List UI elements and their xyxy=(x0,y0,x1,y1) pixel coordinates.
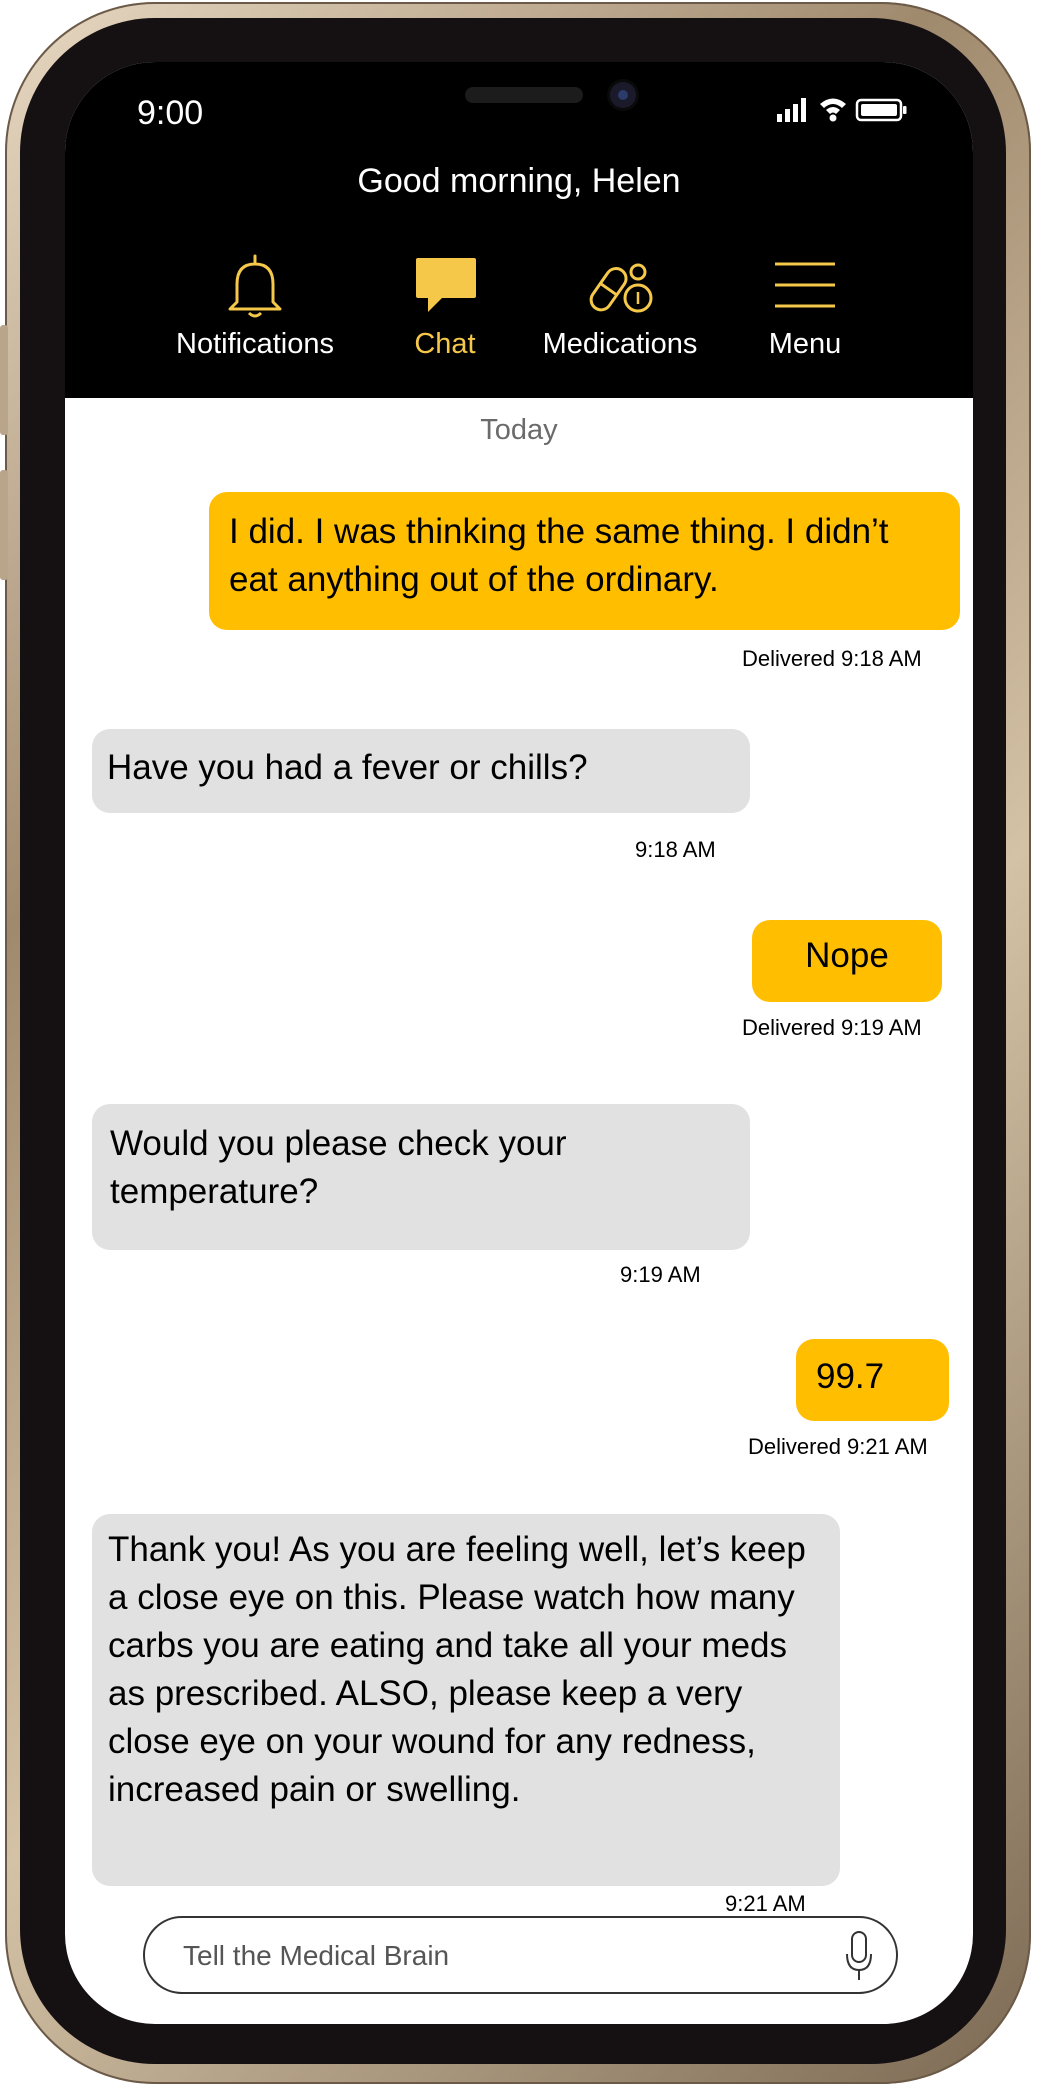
message-text: Thank you! As you are feeling well, let’… xyxy=(108,1530,806,1809)
status-time: 9:00 xyxy=(137,94,204,132)
nav-menu-label: Menu xyxy=(768,328,842,360)
message-status: Delivered 9:19 AM xyxy=(742,1015,922,1040)
message-time: 9:19 AM xyxy=(620,1262,701,1287)
nav-medications-label: Medications xyxy=(542,328,698,360)
nav-menu[interactable]: Menu xyxy=(750,252,860,361)
message-text: 99.7 xyxy=(816,1357,885,1396)
message-text: Have you had a fever or chills? xyxy=(107,748,588,787)
message-composer xyxy=(143,1916,898,1994)
nav-medications[interactable]: Medications xyxy=(520,252,720,361)
message-text: I did. I was thinking the same thing. I … xyxy=(229,512,889,599)
status-icons xyxy=(777,98,907,122)
side-button-mute xyxy=(0,325,8,435)
message-status: Delivered 9:18 AM xyxy=(742,646,922,671)
message-status: Delivered 9:21 AM xyxy=(748,1434,928,1459)
pill-icon xyxy=(589,263,653,313)
message-input[interactable] xyxy=(181,1918,805,1994)
incoming-message: Thank you! As you are feeling well, let’… xyxy=(92,1514,840,1886)
signal-icon xyxy=(777,98,806,122)
outgoing-message: 99.7 xyxy=(796,1339,949,1421)
message-text: Would you please check your temperature? xyxy=(110,1124,567,1211)
outgoing-message: Nope xyxy=(752,920,942,1002)
app-header: 9:00 Good morning, Helen Notifications C… xyxy=(65,62,973,398)
earpiece-speaker xyxy=(465,87,583,103)
screen: 9:00 Good morning, Helen Notifications C… xyxy=(65,62,973,2024)
nav-chat[interactable]: Chat xyxy=(385,252,505,361)
message-time: 9:21 AM xyxy=(725,1891,806,1916)
hamburger-icon xyxy=(775,262,835,308)
nav-notifications[interactable]: Notifications xyxy=(165,252,345,361)
greeting-text: Good morning, Helen xyxy=(357,162,681,200)
nav-notifications-label: Notifications xyxy=(176,328,334,360)
wifi-icon xyxy=(820,98,846,122)
message-time: 9:18 AM xyxy=(635,837,716,862)
date-separator: Today xyxy=(480,414,558,446)
incoming-message: Have you had a fever or chills? xyxy=(92,729,750,813)
battery-icon xyxy=(855,98,907,122)
chat-bubble-icon xyxy=(416,258,476,312)
incoming-message: Would you please check your temperature? xyxy=(92,1104,750,1250)
outgoing-message: I did. I was thinking the same thing. I … xyxy=(209,492,960,630)
nav-chat-label: Chat xyxy=(414,328,476,360)
bell-icon xyxy=(228,254,282,318)
front-camera xyxy=(610,82,636,108)
message-text: Nope xyxy=(805,936,889,975)
side-button-volume xyxy=(0,470,8,580)
microphone-icon[interactable] xyxy=(844,1928,874,1984)
